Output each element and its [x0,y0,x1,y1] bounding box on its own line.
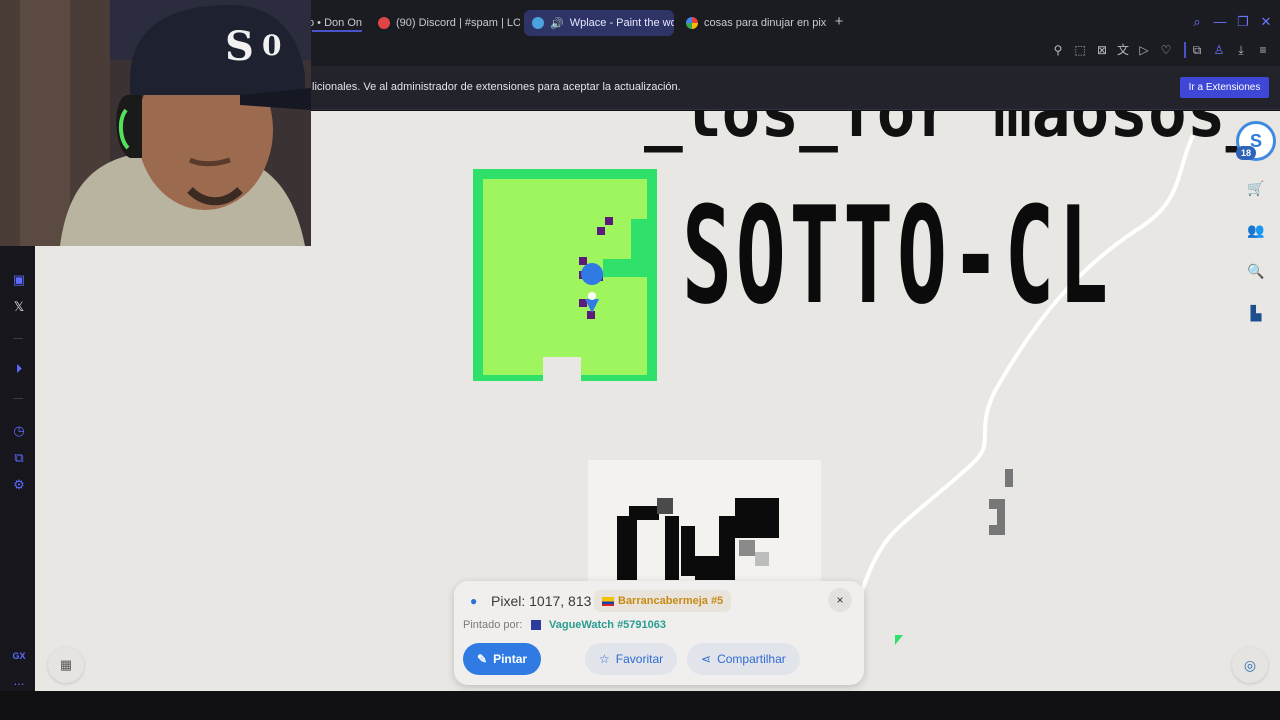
snapshot-icon[interactable]: ⬚ [1073,43,1087,57]
sidebar: ▣ 𝕏 ⏵ ◷ ⧉ ⚙ GX ... [0,246,35,692]
speaker-icon: 🔊 [550,17,564,30]
sidebar-divider [13,338,23,339]
pixel-art-top-text: _los_for maosos_ [644,111,1265,153]
painted-by-label: Pintado por: [463,619,523,631]
locate-button[interactable]: ◎ [1232,647,1268,683]
tab-label: (90) Discord | #spam | LO [396,17,520,29]
favorite-button[interactable]: ☆ Favoritar [585,643,678,675]
leaderboard-icon[interactable]: ▙ [1242,299,1270,327]
region-label: Barrancabermeja #5 [618,595,724,607]
tab-indicator [312,30,362,32]
tab-discord[interactable]: (90) Discord | #spam | LO [370,10,520,36]
pixel-info-card: ● Pixel: 1017, 813 Barrancabermeja #5 × … [454,581,864,685]
webcam-image: S 0 [0,0,311,246]
painter-id: #5791063 [617,619,667,631]
discord-icon [378,17,390,29]
paint-button[interactable]: ✎ Pintar [463,643,542,675]
cursor-icon [895,635,903,645]
tab-google[interactable]: cosas para dinujar en pix [678,10,826,36]
location-pin-icon: ● [470,594,478,608]
svg-text:S: S [225,23,254,70]
painter-name: VagueWatch [549,619,614,631]
download-icon[interactable]: ⤓ [1234,43,1248,57]
close-card-button[interactable]: × [828,588,852,612]
minimize-icon[interactable]: — [1213,15,1227,29]
gx-label[interactable]: GX [10,647,28,665]
extensions-icon[interactable]: ⧉ [1190,43,1204,57]
menu-icon[interactable]: ≡ [1256,43,1270,57]
star-icon: ☆ [599,652,610,666]
maximize-icon[interactable]: ❐ [1236,15,1250,29]
pin-icon[interactable]: ⚲ [1051,43,1065,57]
region-badge[interactable]: Barrancabermeja #5 [594,590,732,612]
player-icon[interactable]: ⏵ [10,360,28,378]
google-icon [686,17,698,29]
pixel-art-lower [617,498,779,580]
pixel-art-k [473,169,657,381]
level-badge: 18 [1236,146,1256,160]
colombia-flag-icon [602,596,614,606]
more-icon[interactable]: ... [10,672,28,690]
new-tab-button[interactable]: + [831,14,847,30]
svg-text:0: 0 [262,29,281,62]
extensions-icon[interactable]: ⧉ [10,449,28,467]
search-map-icon[interactable]: 🔍 [1242,257,1270,285]
translate-icon[interactable]: 文 [1116,43,1130,57]
tab-label: o • Don On [308,17,362,29]
cart-icon[interactable]: 🛒 [1242,174,1270,202]
sidebar-divider [13,398,23,399]
play-icon[interactable]: ▷ [1137,43,1151,57]
pencil-icon: ✎ [477,652,488,666]
history-icon[interactable]: ◷ [10,422,28,440]
map-layer-button[interactable]: ▦ [48,647,84,683]
users-icon[interactable]: 👥 [1242,216,1270,244]
x-icon[interactable]: 𝕏 [10,298,28,316]
profile-icon[interactable]: ♙ [1212,43,1226,57]
bottom-strip [0,691,1280,720]
webcam-overlay: S 0 [0,0,311,246]
share-button[interactable]: ⋖ Compartilhar [687,643,800,675]
adblock-icon[interactable]: ⊠ [1095,43,1109,57]
paint-label: Pintar [493,652,528,666]
settings-icon[interactable]: ⚙ [10,476,28,494]
search-icon[interactable]: ⌕ [1190,15,1204,29]
painter-user[interactable]: VagueWatch #5791063 [549,619,666,631]
favorite-label: Favoritar [615,652,664,666]
globe-icon [532,17,544,29]
tab-label: cosas para dinujar en pix [704,17,826,29]
go-to-extensions-button[interactable]: Ir a Extensiones [1180,77,1269,98]
tab-wplace[interactable]: 🔊 Wplace - Paint the wo [524,10,674,36]
heart-icon[interactable]: ♡ [1159,43,1173,57]
twitch-icon[interactable]: ▣ [10,271,28,289]
close-window-icon[interactable]: ✕ [1259,15,1273,29]
pixel-art-text: SOTTO-CL [682,178,1112,334]
pixel-coordinates: Pixel: 1017, 813 [491,593,592,609]
pixel-art-fragment [989,469,1013,535]
browser-window: o • Don On (90) Discord | #spam | LO 🔊 W… [0,0,1280,720]
share-icon: ⋖ [701,652,712,666]
notice-message: licionales. Ve al administrador de exten… [312,81,681,93]
share-label: Compartilhar [717,652,786,666]
toolbar-divider [1184,42,1186,58]
tab-label: Wplace - Paint the wo [569,17,674,29]
user-flag-icon [531,620,541,630]
